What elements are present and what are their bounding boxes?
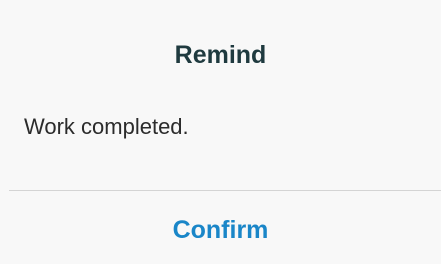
remind-dialog: Remind Work completed. Confirm [0, 0, 441, 264]
confirm-button[interactable]: Confirm [0, 191, 441, 264]
dialog-title: Remind [174, 41, 267, 69]
dialog-message: Work completed. [24, 114, 189, 139]
